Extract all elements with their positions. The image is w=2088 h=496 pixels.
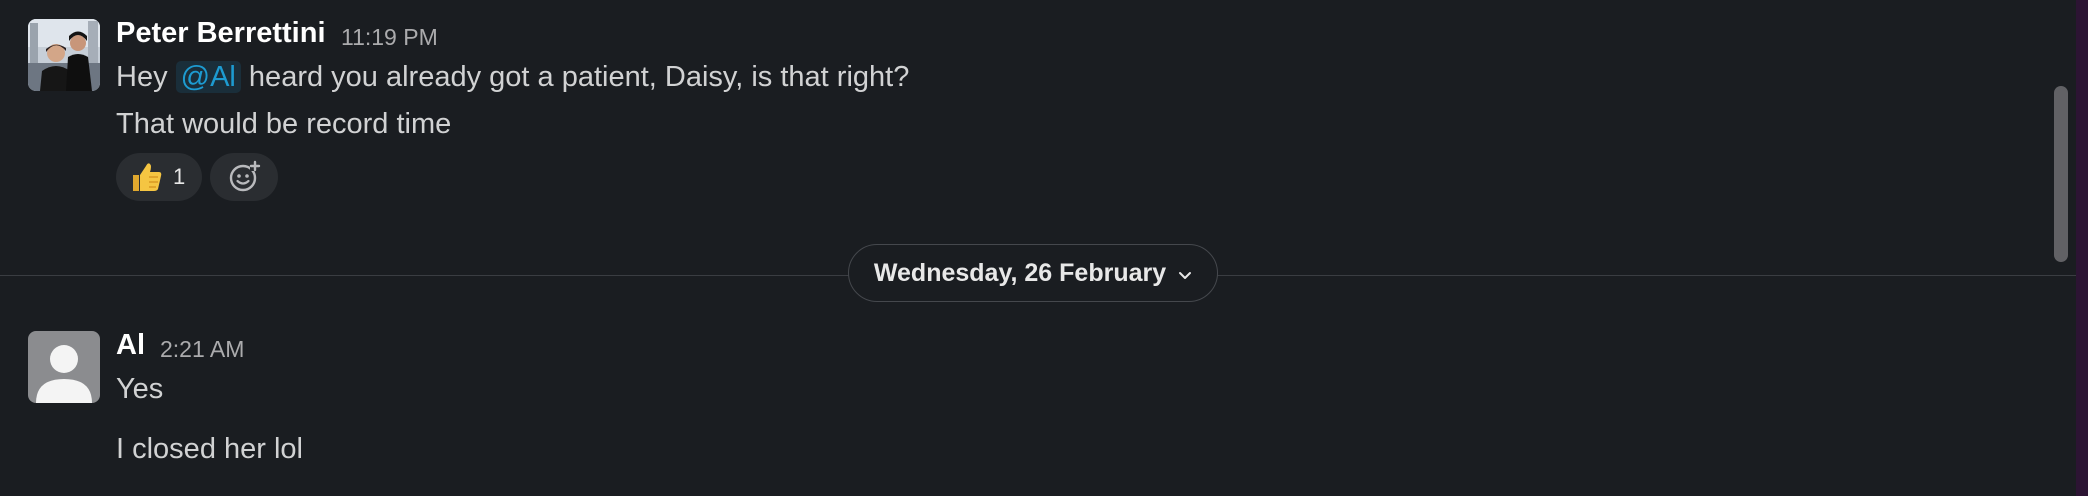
- user-mention[interactable]: @Al: [175, 61, 241, 93]
- message-text-line: Hey @Al heard you already got a patient,…: [116, 61, 909, 94]
- avatar-peter-berrettini[interactable]: [28, 19, 100, 91]
- add-reaction-icon: [229, 160, 261, 192]
- photo-avatar-icon: [28, 19, 100, 91]
- message-text-line: I closed her lol: [116, 433, 303, 465]
- add-reaction-button[interactable]: [210, 153, 278, 201]
- message-pane: Peter Berrettini 11:19 PM Hey @Al heard …: [0, 0, 2076, 496]
- message-timestamp[interactable]: 11:19 PM: [341, 24, 438, 51]
- message-text: Hey: [116, 61, 176, 93]
- message-text: heard you already got a patient, Daisy, …: [240, 61, 910, 93]
- reaction-thumbs-up[interactable]: 1: [116, 153, 202, 201]
- default-user-avatar-icon: [28, 331, 100, 403]
- message-text-line: That would be record time: [116, 108, 452, 140]
- date-divider-button[interactable]: Wednesday, 26 February: [848, 244, 1218, 302]
- reaction-count: 1: [173, 164, 186, 189]
- avatar-al[interactable]: [28, 331, 100, 403]
- date-divider-label: Wednesday, 26 February: [873, 258, 1167, 287]
- message-text-line: Yes: [116, 373, 164, 405]
- thumbs-up-icon: [130, 160, 164, 194]
- window-edge-strip: [2076, 0, 2088, 496]
- sender-name[interactable]: Al: [116, 329, 145, 362]
- message-timestamp[interactable]: 2:21 AM: [160, 336, 244, 363]
- scrollbar-thumb[interactable]: [2054, 86, 2068, 262]
- sender-name[interactable]: Peter Berrettini: [116, 17, 326, 50]
- chevron-down-icon: [1178, 259, 1192, 288]
